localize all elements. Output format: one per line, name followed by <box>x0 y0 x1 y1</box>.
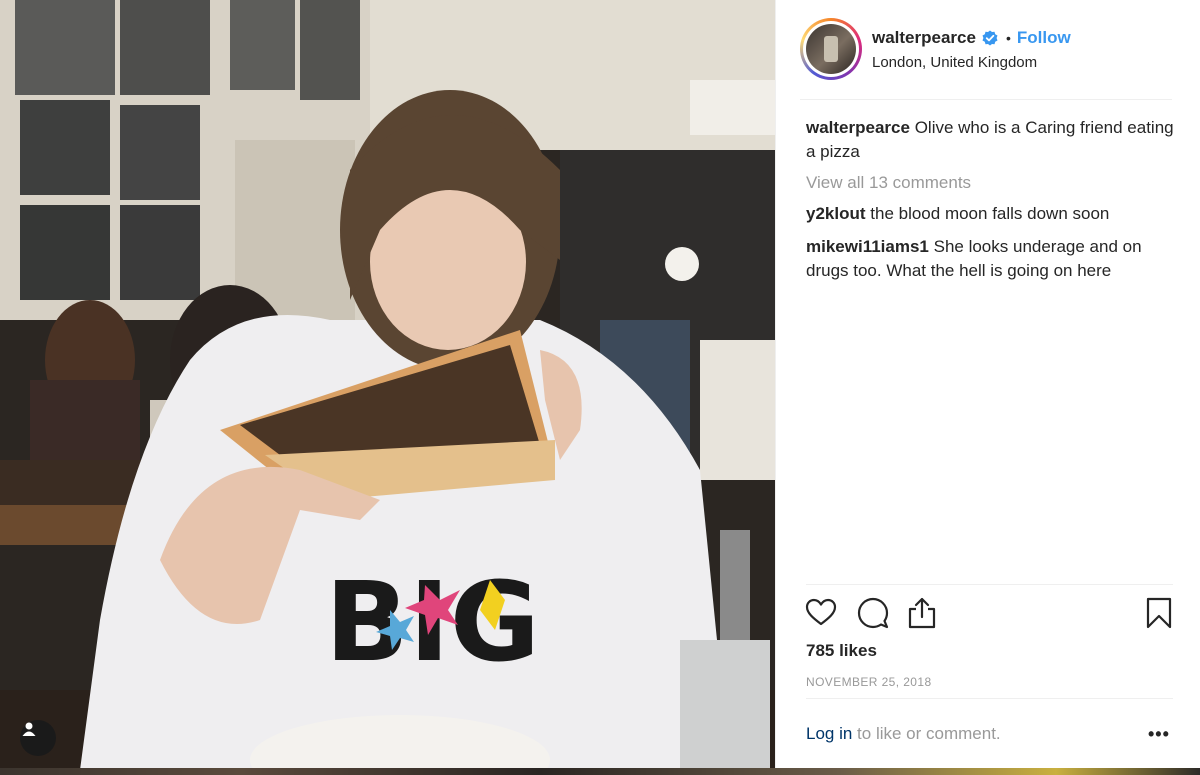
person-glyph <box>22 722 36 736</box>
user-tag-icon[interactable] <box>20 720 56 756</box>
comment-bubble-icon[interactable] <box>856 596 890 630</box>
separator-dot: • <box>1005 30 1011 46</box>
comment-text: the blood moon falls down soon <box>870 204 1110 223</box>
photo-scene: BIG <box>0 0 775 770</box>
footer-divider <box>806 698 1173 699</box>
user-row: walterpearce • Follow <box>872 28 1071 48</box>
comment-username[interactable]: y2klout <box>806 204 866 223</box>
comment-username[interactable]: mikewi11iams1 <box>806 237 929 256</box>
actions-divider <box>806 584 1173 585</box>
follow-button[interactable]: Follow <box>1017 28 1071 48</box>
comments-list: walterpearce Olive who is a Caring frien… <box>806 116 1176 292</box>
avatar-frame <box>803 21 859 77</box>
post-side-panel: walterpearce • Follow London, United Kin… <box>775 0 1200 768</box>
share-icon[interactable] <box>905 596 939 630</box>
login-link[interactable]: Log in <box>806 724 852 743</box>
login-suffix: to like or comment. <box>852 724 1001 743</box>
story-ring[interactable] <box>800 18 862 80</box>
more-options-button[interactable]: ••• <box>1148 724 1170 745</box>
comment-item: mikewi11iams1 She looks underage and on … <box>806 235 1176 283</box>
verified-badge-icon <box>982 30 998 46</box>
post-header: walterpearce • Follow London, United Kin… <box>800 18 1172 100</box>
post-photo[interactable]: BIG <box>0 0 775 770</box>
likes-count[interactable]: 785 likes <box>806 641 877 661</box>
location-link[interactable]: London, United Kingdom <box>872 54 1037 71</box>
login-prompt: Log in to like or comment. <box>806 724 1001 744</box>
action-bar <box>804 596 1174 630</box>
bottom-strip <box>0 768 1200 775</box>
header-username[interactable]: walterpearce <box>872 28 976 48</box>
caption: walterpearce Olive who is a Caring frien… <box>806 116 1176 164</box>
heart-icon[interactable] <box>804 596 838 630</box>
bookmark-icon[interactable] <box>1142 596 1176 630</box>
comment-item: y2klout the blood moon falls down soon <box>806 202 1176 226</box>
post-date[interactable]: NOVEMBER 25, 2018 <box>806 675 932 689</box>
avatar[interactable] <box>806 24 856 74</box>
view-all-comments-link[interactable]: View all 13 comments <box>806 173 1176 193</box>
caption-username[interactable]: walterpearce <box>806 118 910 137</box>
